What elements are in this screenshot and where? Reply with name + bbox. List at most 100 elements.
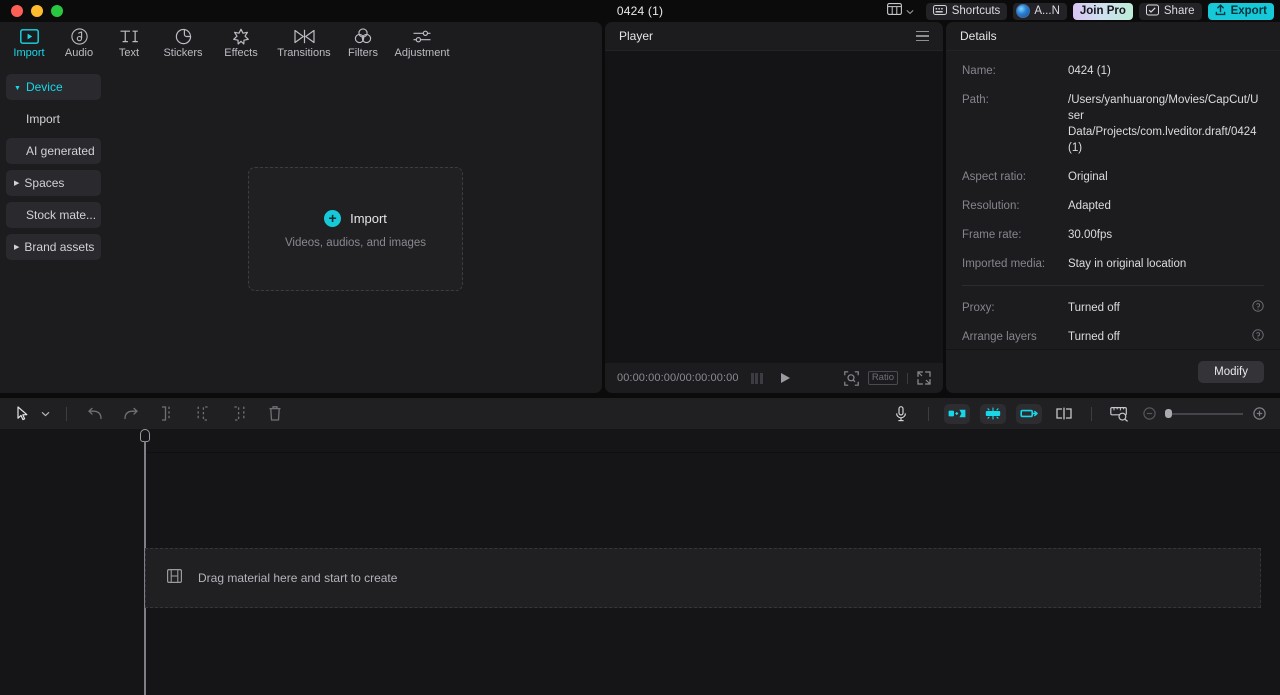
player-controls: 00:00:00:00 / 00:00:00:00 Ratio — [605, 363, 943, 393]
export-button[interactable]: Export — [1207, 2, 1274, 20]
text-ti-icon — [119, 28, 140, 45]
details-row-frame-rate: Frame rate: 30.00fps — [962, 227, 1264, 243]
layout-grid-icon — [886, 2, 902, 20]
details-key: Aspect ratio: — [962, 171, 1026, 183]
tab-effects[interactable]: Effects — [212, 23, 270, 63]
import-dropzone[interactable]: + Import Videos, audios, and images — [248, 167, 463, 291]
details-key: Name: — [962, 65, 996, 77]
sticker-icon — [175, 28, 192, 45]
tab-adjustment[interactable]: Adjustment — [388, 23, 456, 63]
timeline-ruler[interactable] — [0, 429, 1280, 453]
split-clip-icon[interactable] — [1047, 403, 1081, 425]
player-stage[interactable] — [605, 51, 943, 363]
details-header: Details — [946, 22, 1280, 51]
upload-icon — [1215, 3, 1226, 19]
maximize-window-button[interactable] — [51, 5, 63, 17]
join-pro-label: Join Pro — [1079, 5, 1126, 17]
media-sidebar: ▼ Device Import AI generated ▶ Spaces St… — [0, 64, 107, 393]
tab-audio[interactable]: Audio — [54, 23, 104, 63]
cursor-arrow-icon[interactable] — [12, 403, 34, 425]
clip-replace-icon[interactable] — [1016, 403, 1042, 424]
sidebar-item-stock-materials[interactable]: Stock mate... — [6, 202, 101, 228]
tab-text[interactable]: Text — [104, 23, 154, 63]
minimize-window-button[interactable] — [31, 5, 43, 17]
sidebar-item-brand-assets-label: Brand assets — [24, 240, 95, 254]
tab-stickers[interactable]: Stickers — [154, 23, 212, 63]
import-dropzone-subtitle: Videos, audios, and images — [284, 236, 427, 249]
timeline-toolbar-left — [12, 403, 293, 425]
film-strip-icon — [167, 568, 183, 588]
tab-import[interactable]: Import — [4, 23, 54, 63]
tab-filters-label: Filters — [348, 46, 378, 59]
sidebar-item-ai-generated[interactable]: AI generated — [6, 138, 101, 164]
details-row-proxy: Proxy: Turned off — [962, 300, 1264, 316]
split-icon[interactable] — [149, 403, 185, 425]
sidebar-item-brand-assets[interactable]: ▶ Brand assets — [6, 234, 101, 260]
sidebar-item-device[interactable]: ▼ Device — [6, 74, 101, 100]
plus-circle-icon: + — [324, 209, 342, 227]
layout-switcher-button[interactable] — [881, 2, 920, 20]
play-icon[interactable] — [780, 373, 790, 383]
project-title: 0424 (1) — [616, 4, 664, 18]
hamburger-icon[interactable] — [916, 30, 929, 42]
divider — [962, 285, 1264, 286]
details-key: Frame rate: — [962, 229, 1022, 241]
details-value: 30.00fps — [1068, 229, 1113, 241]
tab-transitions[interactable]: Transitions — [270, 23, 338, 63]
share-label: Share — [1163, 5, 1195, 17]
share-box-icon — [1145, 4, 1159, 19]
chevron-down-icon[interactable] — [34, 403, 56, 425]
details-value: 0424 (1) — [1068, 65, 1111, 77]
zoom-slider-track[interactable] — [1165, 409, 1243, 418]
zoom-slider-knob[interactable] — [1165, 409, 1172, 418]
capcut-editor-window: 0424 (1) Shortcuts A...N Join Pro Share … — [0, 0, 1280, 695]
ruler-zoom-icon[interactable] — [1102, 403, 1136, 425]
audio-note-icon — [70, 27, 88, 45]
clip-multi-icon[interactable] — [980, 403, 1006, 424]
import-dropzone-row: + Import — [324, 209, 387, 227]
tab-effects-label: Effects — [224, 46, 258, 59]
ratio-button[interactable]: Ratio — [867, 371, 898, 385]
close-window-button[interactable] — [11, 5, 23, 17]
zoom-fit-icon[interactable] — [844, 370, 859, 386]
help-circle-icon[interactable] — [1252, 329, 1264, 344]
chevron-down-icon — [906, 2, 914, 20]
undo-icon[interactable] — [77, 403, 113, 425]
export-label: Export — [1230, 5, 1267, 17]
sidebar-item-spaces[interactable]: ▶ Spaces — [6, 170, 101, 196]
fullscreen-icon[interactable] — [917, 371, 931, 385]
details-row-resolution: Resolution: Adapted — [962, 198, 1264, 214]
tab-import-label: Import — [13, 46, 45, 59]
timeline-panel[interactable]: Drag material here and start to create — [0, 429, 1280, 695]
tab-transitions-label: Transitions — [277, 46, 331, 59]
clip-insert-icon[interactable] — [944, 403, 970, 424]
zoom-in-icon[interactable] — [1250, 403, 1268, 425]
join-pro-button[interactable]: Join Pro — [1072, 2, 1133, 20]
import-dropzone-title: Import — [350, 210, 387, 226]
filters-circles-icon — [354, 28, 372, 45]
divider — [1091, 406, 1092, 421]
keyboard-icon — [932, 4, 947, 18]
details-panel: Details Name: 0424 (1) Path: /Users/yanh… — [946, 22, 1280, 393]
player-header: Player — [605, 22, 943, 51]
keyframe-grid-icon[interactable] — [750, 372, 763, 384]
tab-filters[interactable]: Filters — [338, 23, 388, 63]
timeline-zoom-slider[interactable] — [1140, 403, 1268, 425]
modify-button[interactable]: Modify — [1198, 360, 1264, 383]
sidebar-item-stock-materials-label: Stock mate... — [26, 208, 97, 222]
trim-right-icon[interactable] — [221, 403, 257, 425]
sidebar-item-device-label: Device — [25, 80, 63, 94]
user-account-button[interactable]: A...N — [1013, 2, 1067, 20]
trim-left-icon[interactable] — [185, 403, 221, 425]
sidebar-item-import[interactable]: Import — [6, 106, 101, 132]
adjustment-sliders-icon — [412, 28, 432, 45]
delete-icon[interactable] — [257, 403, 293, 425]
timeline-drop-area[interactable]: Drag material here and start to create — [145, 548, 1261, 608]
help-circle-icon[interactable] — [1252, 300, 1264, 315]
microphone-icon[interactable] — [884, 403, 918, 425]
zoom-out-icon[interactable] — [1140, 403, 1158, 425]
shortcuts-button[interactable]: Shortcuts — [925, 2, 1008, 20]
caret-right-icon: ▶ — [14, 243, 20, 251]
redo-icon[interactable] — [113, 403, 149, 425]
share-button[interactable]: Share — [1138, 2, 1202, 20]
